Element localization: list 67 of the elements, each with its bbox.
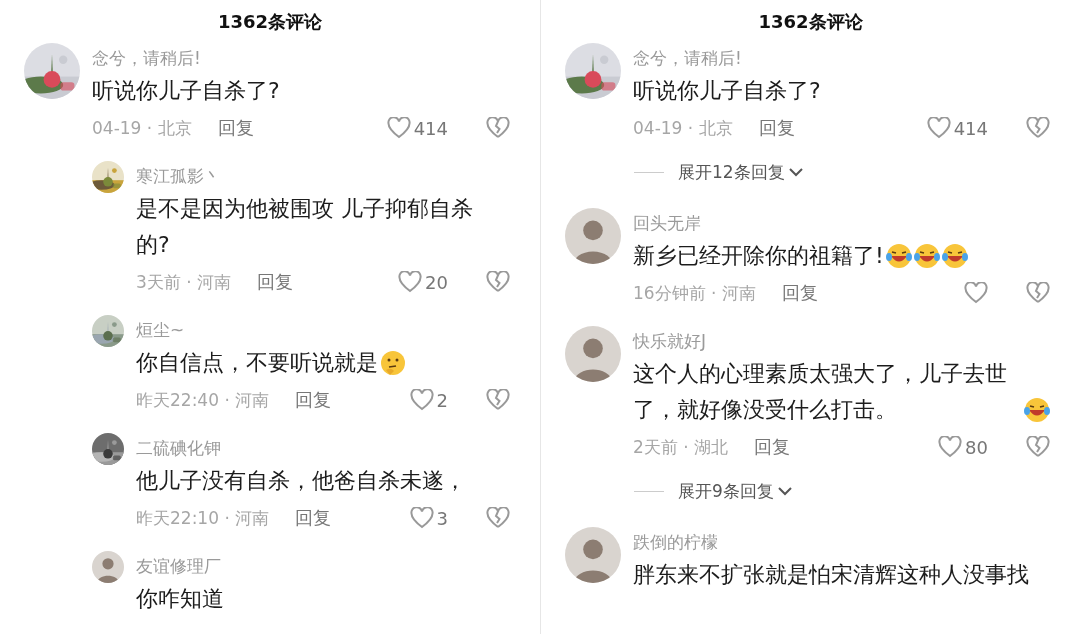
like-count: 20: [425, 271, 448, 293]
heart-icon[interactable]: [926, 117, 951, 139]
heart-icon[interactable]: [409, 389, 434, 411]
username[interactable]: 念兮，请稍后!: [633, 43, 1050, 73]
reply-link[interactable]: 回复: [781, 281, 818, 305]
username[interactable]: 二硫碘化钾: [136, 433, 510, 463]
reply-link[interactable]: 回复: [257, 270, 294, 294]
laughing-emoji-icon: [941, 243, 968, 269]
comment-text: 是不是因为他被围攻 儿子抑郁自杀的?: [136, 195, 474, 259]
avatar-icon: [565, 208, 621, 264]
comment-meta: 04-19 · 北京: [633, 116, 733, 140]
reply-link[interactable]: 回复: [295, 506, 332, 530]
username[interactable]: 回头无岸: [633, 208, 1050, 238]
comment-meta: 昨天22:10 · 河南: [136, 506, 270, 530]
comment-text: 你咋知道: [136, 585, 224, 613]
laughing-emoji-icon: [913, 243, 940, 269]
avatar-icon: [92, 551, 124, 583]
avatar-icon: [565, 326, 621, 382]
broken-heart-icon[interactable]: [1026, 117, 1050, 139]
comment-text: 新乡已经开除你的祖籍了!: [633, 242, 884, 270]
comment-text: 听说你儿子自杀了?: [92, 77, 280, 105]
comment-text: 他儿子没有自杀，他爸自杀未遂，: [136, 467, 466, 495]
heart-icon[interactable]: [964, 282, 988, 304]
heart-icon[interactable]: [409, 507, 434, 529]
reply-link[interactable]: 回复: [217, 116, 254, 140]
comment-meta: 16分钟前 · 河南: [633, 281, 756, 305]
expand-replies-link[interactable]: 展开12条回复: [678, 160, 803, 184]
username[interactable]: 寒江孤影丶: [136, 161, 510, 191]
username[interactable]: 快乐就好J: [633, 326, 1050, 356]
comment-meta: 2天前 · 湖北: [633, 435, 729, 459]
broken-heart-icon[interactable]: [486, 271, 510, 293]
comment-text: 你自信点，不要听说就是: [136, 349, 378, 377]
username[interactable]: 念兮，请稍后!: [92, 43, 510, 73]
like-count: 2: [436, 389, 448, 411]
broken-heart-icon[interactable]: [486, 389, 510, 411]
expand-replies-link[interactable]: 展开9条回复: [678, 479, 792, 503]
laughing-emoji-icon: [885, 243, 912, 269]
comments-title: 1362条评论: [758, 9, 863, 34]
broken-heart-icon[interactable]: [486, 117, 510, 139]
username[interactable]: 烜尘~: [136, 315, 510, 345]
comment-text: 胖东来不扩张就是怕宋清辉这种人没事找: [633, 561, 1029, 589]
broken-heart-icon[interactable]: [1026, 436, 1050, 458]
comment-meta: 3天前 · 河南: [136, 270, 232, 294]
like-count: 414: [413, 117, 448, 139]
reply-link[interactable]: 回复: [758, 116, 795, 140]
username[interactable]: 友谊修理厂: [136, 551, 510, 581]
chevron-down-icon: [788, 167, 803, 177]
reply-link[interactable]: 回复: [295, 388, 332, 412]
heart-icon[interactable]: [386, 117, 411, 139]
chevron-down-icon: [777, 486, 792, 496]
broken-heart-icon[interactable]: [486, 507, 510, 529]
avatar-icon: [565, 527, 621, 583]
username[interactable]: 跌倒的柠檬: [633, 527, 1050, 557]
like-count: 3: [436, 507, 448, 529]
comments-title: 1362条评论: [217, 9, 323, 34]
comment-text: 听说你儿子自杀了?: [633, 77, 821, 105]
broken-heart-icon[interactable]: [1026, 282, 1050, 304]
reply-link[interactable]: 回复: [754, 435, 791, 459]
heart-icon[interactable]: [398, 271, 423, 293]
comment-meta: 04-19 · 北京: [92, 116, 192, 140]
heart-icon[interactable]: [938, 436, 963, 458]
comment-text: 这个人的心理素质太强大了，儿子去世了，就好像没受什么打击。: [633, 360, 1008, 424]
like-count: 414: [953, 117, 988, 139]
like-count: 80: [965, 436, 988, 458]
thinking-emoji-icon: [380, 350, 406, 376]
laughing-emoji-icon: [1024, 397, 1050, 423]
comment-meta: 昨天22:40 · 河南: [136, 388, 270, 412]
